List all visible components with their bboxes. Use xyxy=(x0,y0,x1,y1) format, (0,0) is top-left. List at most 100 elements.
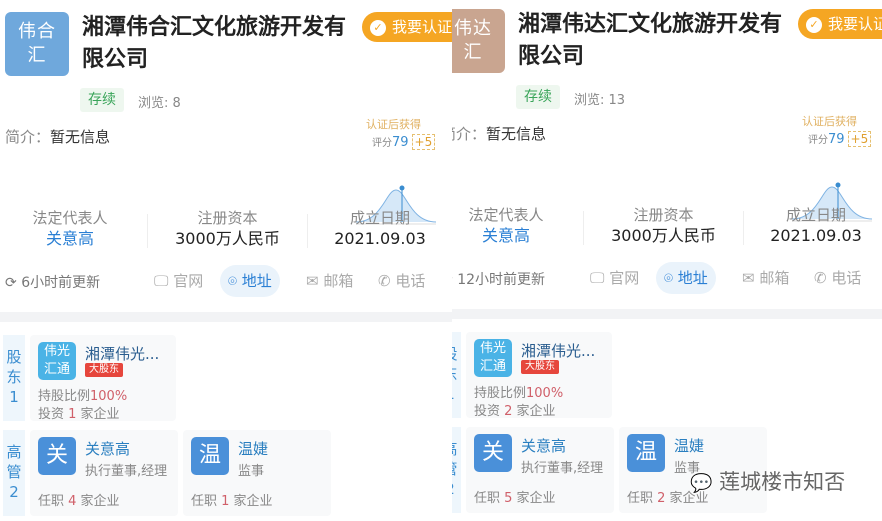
action-label: 邮箱 xyxy=(323,272,354,290)
executive-role: 执行董事,经理 xyxy=(521,461,604,476)
shareholder-card[interactable]: 伟光 汇通 湘潭伟光... 大股东 持股比例100% 投资 1 家企业 xyxy=(30,335,176,422)
major-shareholder-badge: 大股东 xyxy=(521,360,559,374)
shareholder-name[interactable]: 湘潭伟光... xyxy=(85,343,159,364)
stat-label: 法定代表人 xyxy=(468,206,544,224)
divider xyxy=(583,211,584,245)
location-pin-icon: ⌾ xyxy=(228,272,242,290)
executive-name[interactable]: 关意高 xyxy=(85,438,130,459)
executive-avatar: 温 xyxy=(627,434,665,472)
company-logo: 伟合 汇 xyxy=(5,12,69,76)
ratio-value: 100% xyxy=(90,389,128,404)
monitor-icon: 🖵 xyxy=(154,272,174,290)
executive-positions: 任职 4 家企业 xyxy=(38,490,120,509)
positions-suffix: 家企业 xyxy=(512,491,556,506)
intro: 简介：暂无信息 xyxy=(5,126,110,147)
shareholder-section-label: 股 东 1 xyxy=(3,335,25,421)
shareholder-card[interactable]: 伟光 汇通 湘潭伟光... 大股东持股比例100% 投资 2 家企业 xyxy=(466,332,612,419)
location-pin-icon: ⌾ xyxy=(664,269,678,287)
shareholder-logo: 伟光 汇通 xyxy=(474,339,512,377)
executive-name[interactable]: 关意高 xyxy=(521,435,566,456)
update-status[interactable]: ⟳ 6小时前更新 xyxy=(5,272,100,292)
divider xyxy=(743,211,744,245)
company-title: 湘潭伟合汇文化旅游开发有限公司 xyxy=(82,15,347,72)
invest-prefix: 投资 xyxy=(38,407,69,422)
company-logo: 伟达 汇 xyxy=(452,9,505,73)
executive-name[interactable]: 温婕 xyxy=(674,435,704,456)
intro: 简介：暂无信息 xyxy=(452,123,546,144)
stat-0[interactable]: 法定代表人 关意高 xyxy=(0,208,140,250)
divider xyxy=(307,214,308,248)
certify-button[interactable]: ✓ 我要认证 xyxy=(798,9,882,39)
executive-avatar: 关 xyxy=(474,434,512,472)
certify-label: 我要认证 xyxy=(828,15,882,33)
executive-card[interactable]: 温温婕 监事 任职 1 家企业 xyxy=(183,430,331,516)
ratio-label: 持股比例 xyxy=(474,386,527,401)
score-value: 79 xyxy=(392,135,409,150)
score-caption: 认证后获得 xyxy=(366,118,421,131)
score-label: 评分 xyxy=(372,138,392,149)
positions-suffix: 家企业 xyxy=(76,494,120,509)
stat-label: 法定代表人 xyxy=(32,209,108,227)
view-count: 浏览: 8 xyxy=(138,96,181,111)
stat-label: 成立日期 xyxy=(785,206,846,224)
action-label: 官网 xyxy=(173,272,204,290)
intro-value: 暂无信息 xyxy=(50,128,111,146)
update-status[interactable]: ⟳ 12小时前更新 xyxy=(452,269,545,289)
stat-value: 2021.09.03 xyxy=(334,229,426,248)
check-badge-icon: ✓ xyxy=(806,17,822,33)
score-bonus: +5 xyxy=(411,134,436,150)
action-label: 邮箱 xyxy=(759,269,790,287)
shareholder-name[interactable]: 湘潭伟光... xyxy=(521,340,595,361)
monitor-icon: 🖵 xyxy=(590,269,610,287)
score-caption: 认证后获得 xyxy=(802,115,857,128)
executive-role: 监事 xyxy=(238,464,265,479)
stat-value[interactable]: 关意高 xyxy=(452,225,576,247)
positions-prefix: 任职 xyxy=(474,491,505,506)
positions-suffix: 家企业 xyxy=(229,494,273,509)
executive-card[interactable]: 关关意高 执行董事,经理 任职 4 家企业 xyxy=(30,430,178,516)
action-mail[interactable]: ✉ 邮箱 xyxy=(298,265,361,297)
certify-button[interactable]: ✓ 我要认证 xyxy=(362,12,452,42)
divider xyxy=(147,214,148,248)
executive-positions: 任职 1 家企业 xyxy=(191,490,273,509)
phone-icon: ✆ xyxy=(378,272,396,290)
major-shareholder-badge: 大股东 xyxy=(85,363,123,377)
score-line: 评分79 +5 xyxy=(808,131,872,147)
update-time: 6小时前更新 xyxy=(21,275,101,291)
action-phone[interactable]: ✆ 电话 xyxy=(806,262,869,294)
action-mail[interactable]: ✉ 邮箱 xyxy=(734,262,797,294)
share-ratio: 持股比例100% xyxy=(474,382,563,401)
action-monitor[interactable]: 🖵 官网 xyxy=(582,262,647,294)
action-monitor[interactable]: 🖵 官网 xyxy=(146,265,211,297)
update-time: 12小时前更新 xyxy=(457,272,546,288)
action-location-pin[interactable]: ⌾ 地址 xyxy=(656,262,716,294)
action-label: 官网 xyxy=(609,269,640,287)
executive-section-label: 高 管 2 xyxy=(3,430,25,516)
invest-prefix: 投资 xyxy=(474,404,505,419)
score-widget[interactable]: 认证后获得评分79 +5 xyxy=(352,116,442,225)
action-location-pin[interactable]: ⌾ 地址 xyxy=(220,265,280,297)
stat-label: 注册资本 xyxy=(633,206,694,224)
ratio-label: 持股比例 xyxy=(38,389,91,404)
action-phone[interactable]: ✆ 电话 xyxy=(370,265,433,297)
stat-value: 3000万人民币 xyxy=(611,226,716,245)
section-separator xyxy=(452,309,882,319)
executive-name[interactable]: 温婕 xyxy=(238,438,268,459)
stat-0[interactable]: 法定代表人 关意高 xyxy=(452,205,576,247)
stat-value[interactable]: 关意高 xyxy=(0,228,140,250)
stat-value: 3000万人民币 xyxy=(175,229,280,248)
executive-card[interactable]: 关关意高 执行董事,经理 任职 5 家企业 xyxy=(466,427,614,513)
view-count: 浏览: 13 xyxy=(574,93,626,108)
refresh-icon[interactable]: ⟳ xyxy=(5,275,21,291)
stat-2: 成立日期 2021.09.03 xyxy=(310,208,450,250)
mail-icon: ✉ xyxy=(306,272,324,290)
investment-count: 投资 2 家企业 xyxy=(474,400,556,419)
stat-label: 注册资本 xyxy=(197,209,258,227)
positions-prefix: 任职 xyxy=(38,494,69,509)
score-line: 评分79 +5 xyxy=(372,134,436,150)
score-widget[interactable]: 认证后获得评分79 +5 xyxy=(788,113,878,222)
positions-prefix: 任职 xyxy=(191,494,222,509)
company-panel-right: 伟达 汇湘潭伟达汇文化旅游开发有限公司 ✓ 我要认证存续浏览: 13 简介：暂无信息 认… xyxy=(452,0,882,521)
watermark: 💬 莲城楼市知否 xyxy=(690,466,845,496)
executive-section-label: 高 管 2 xyxy=(452,427,461,513)
